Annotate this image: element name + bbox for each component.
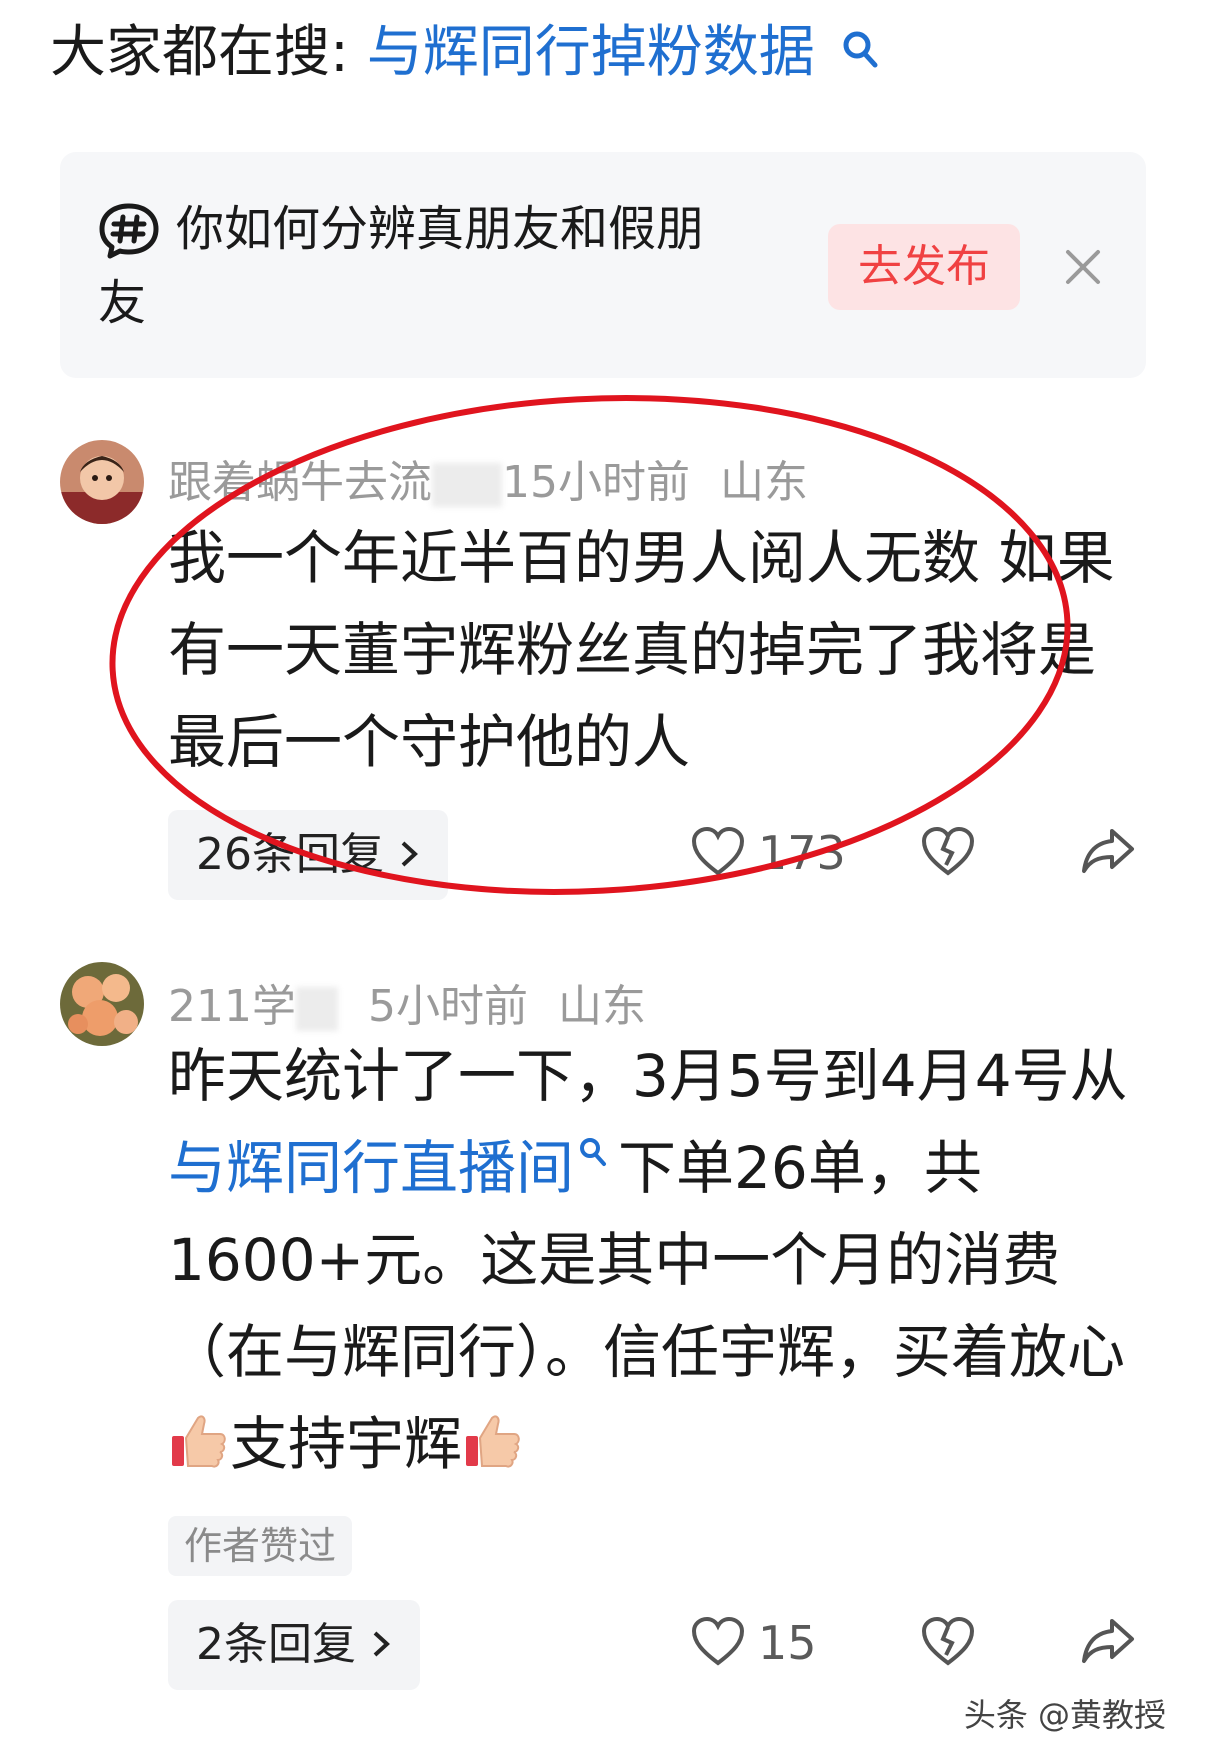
publish-button[interactable]: 去发布 (828, 224, 1020, 310)
search-suggestion-label: 大家都在搜: (50, 20, 349, 85)
comment-location: 山东 (720, 457, 808, 508)
replies-label: 26条回复 (196, 829, 384, 880)
avatar[interactable] (60, 440, 144, 524)
thumbs-up-icon (168, 1410, 230, 1478)
close-icon[interactable] (1064, 248, 1102, 290)
dislike-icon[interactable] (920, 1615, 976, 1671)
chevron-right-icon (398, 829, 420, 880)
comment-2: 211学 5小时前 山东 昨天统计了一下，3月5号到4月4号从与辉同行直播间 下单26… (0, 950, 1206, 1690)
replies-label: 2条回复 (196, 1619, 356, 1670)
like-count: 15 (758, 1616, 817, 1670)
comment-text: 我一个年近半百的男人阅人无数 如果有一天董宇辉粉丝真的掉完了我将是最后一个守护他… (168, 524, 1115, 776)
username[interactable]: 211学 (168, 981, 296, 1032)
like-count: 173 (758, 826, 846, 880)
like-button[interactable]: 15 (690, 1615, 817, 1671)
comment-meta: 跟着蜗牛去流 15小时前 山东 (168, 446, 808, 510)
comment-1: 跟着蜗牛去流 15小时前 山东 我一个年近半百的男人阅人无数 如果有一天董宇辉粉丝真… (0, 420, 1206, 900)
comment-time: 15小时前 (502, 457, 690, 508)
replies-button[interactable]: 2条回复 (168, 1600, 420, 1690)
like-button[interactable]: 173 (690, 825, 846, 881)
redaction-mask (295, 987, 338, 1031)
redaction-mask (432, 463, 502, 507)
search-icon (841, 20, 881, 90)
author-liked-tag: 作者赞过 (168, 1516, 353, 1576)
comment-time: 5小时前 (367, 981, 528, 1032)
heart-icon (690, 825, 746, 881)
share-icon[interactable] (1080, 825, 1136, 881)
comment-location: 山东 (557, 981, 646, 1032)
replies-button[interactable]: 26条回复 (168, 810, 448, 900)
username[interactable]: 跟着蜗牛去流 (168, 457, 432, 508)
comment-text-part: 昨天统计了一下，3月5号到4月4号从 (168, 1042, 1128, 1110)
search-suggestion-term[interactable]: 与辉同行掉粉数据 (367, 20, 815, 85)
comment-text-part: 支持宇辉 (230, 1410, 463, 1478)
watermark: 头条 @黄教授 (963, 1696, 1166, 1734)
topic-card[interactable]: 你如何分辨真朋友和假朋友 去发布 (60, 152, 1146, 378)
comment-text: 昨天统计了一下，3月5号到4月4号从与辉同行直播间 下单26单，共1600+元。这… (168, 1030, 1148, 1490)
dislike-icon[interactable] (920, 825, 976, 881)
heart-icon (690, 1615, 746, 1671)
live-room-link[interactable]: 与辉同行直播间 (168, 1134, 574, 1202)
search-suggestion[interactable]: 大家都在搜: 与辉同行掉粉数据 (50, 18, 881, 90)
search-icon (574, 1134, 618, 1202)
avatar[interactable] (60, 962, 144, 1046)
thumbs-up-icon (462, 1410, 524, 1478)
share-icon[interactable] (1080, 1615, 1136, 1671)
topic-title: 你如何分辨真朋友和假朋友 (98, 201, 705, 331)
comment-meta: 211学 5小时前 山东 (168, 970, 646, 1034)
chevron-right-icon (370, 1619, 392, 1670)
